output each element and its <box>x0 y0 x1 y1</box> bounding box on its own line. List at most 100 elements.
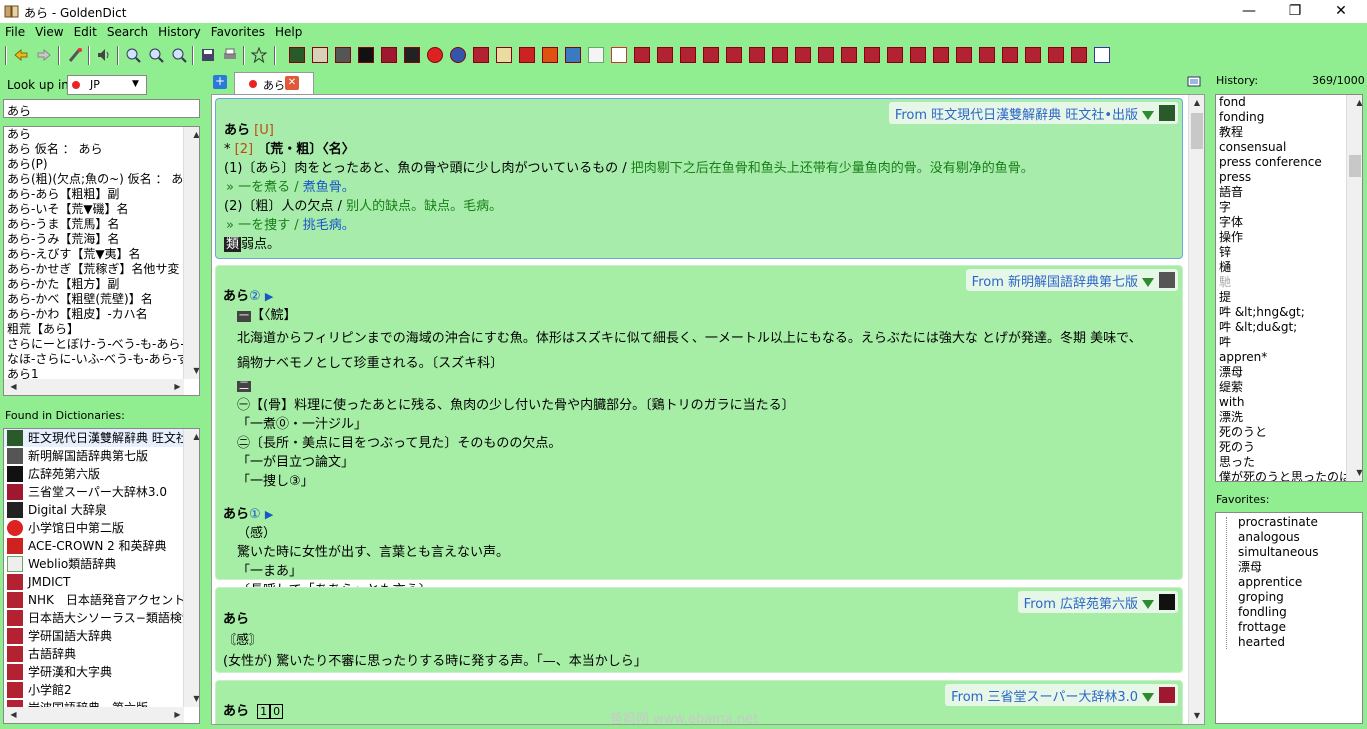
scroll-down-icon[interactable]: ▼ <box>1350 465 1362 481</box>
forward-icon[interactable] <box>35 46 53 64</box>
scroll-up-icon[interactable]: ▲ <box>1350 95 1362 111</box>
list-item[interactable]: Digital 大辞泉 <box>4 501 199 519</box>
list-item[interactable]: 日本語大シソーラス−類語検索 <box>4 609 199 627</box>
dictionary-icon[interactable] <box>933 47 949 63</box>
history-item[interactable]: 思った <box>1216 455 1362 470</box>
scan-popup-icon[interactable] <box>66 46 84 64</box>
list-item[interactable]: なほ-さらに-いふ-べう-も-あら-ずなほ <box>4 352 199 367</box>
flag-icon[interactable] <box>1094 47 1110 63</box>
scroll-left-icon[interactable]: ◀ <box>4 707 20 723</box>
dictionary-icon[interactable] <box>1071 47 1087 63</box>
history-item[interactable]: 死のう <box>1216 440 1362 455</box>
list-item[interactable]: 粗荒【あら】 <box>4 322 199 337</box>
history-item[interactable]: 馳 <box>1216 275 1362 290</box>
scroll-up-icon[interactable]: ▲ <box>187 429 199 445</box>
history-item[interactable]: 锌 <box>1216 245 1362 260</box>
favorite-star-icon[interactable] <box>250 46 268 64</box>
play-audio-icon[interactable]: ▶ <box>265 508 273 521</box>
menu-help[interactable]: Help <box>270 23 307 41</box>
dictionary-icon[interactable] <box>588 47 604 63</box>
dictionary-icon[interactable] <box>289 47 305 63</box>
list-item[interactable]: あら(粗)(欠点;魚の~) 仮名 ： あら <box>4 172 199 187</box>
menu-edit[interactable]: Edit <box>69 23 102 41</box>
menu-file[interactable]: File <box>0 23 30 41</box>
scrollbar-thumb[interactable] <box>1191 113 1203 149</box>
history-item[interactable]: 僕が死のうと思ったのは <box>1216 470 1362 481</box>
scroll-right-icon[interactable]: ▶ <box>168 379 184 395</box>
scroll-down-icon[interactable]: ▼ <box>187 691 199 707</box>
dictionary-icon[interactable] <box>657 47 673 63</box>
pronounce-icon[interactable] <box>95 46 113 64</box>
dictionary-icon[interactable] <box>634 47 650 63</box>
close-button[interactable]: ✕ <box>1318 0 1364 23</box>
history-item[interactable]: 吽 <box>1216 335 1362 350</box>
dictionary-icon[interactable] <box>404 47 420 63</box>
list-item[interactable]: Weblio類語辞典 <box>4 555 199 573</box>
list-item[interactable]: 新明解国語辞典第七版 <box>4 447 199 465</box>
dictionary-icon[interactable] <box>312 47 328 63</box>
list-item[interactable]: あら-かせぎ【荒稼ぎ】名他サ変 <box>4 262 199 277</box>
menu-view[interactable]: View <box>30 23 68 41</box>
dictionary-icon[interactable] <box>496 47 512 63</box>
dictionary-icon[interactable] <box>542 47 558 63</box>
list-item[interactable]: あら-えびす【荒▼夷】名 <box>4 247 199 262</box>
list-item[interactable]: ACE-CROWN 2 和英辞典 <box>4 537 199 555</box>
scroll-down-icon[interactable]: ▼ <box>1189 708 1204 724</box>
history-item[interactable]: 漂洗 <box>1216 410 1362 425</box>
dictionary-icon[interactable] <box>335 47 351 63</box>
list-item[interactable]: 小学館2 <box>4 681 199 699</box>
restore-button[interactable]: ❐ <box>1272 0 1318 23</box>
zoom-out-icon[interactable] <box>147 46 165 64</box>
collapse-triangle-icon[interactable] <box>1142 111 1154 120</box>
list-item[interactable]: 旺文現代日漢雙解辭典 旺文社 <box>4 429 199 447</box>
history-item[interactable]: appren* <box>1216 350 1362 365</box>
history-item[interactable]: 語音 <box>1216 185 1362 200</box>
dictionary-icon[interactable] <box>910 47 926 63</box>
history-item[interactable]: 吽 &lt;du&gt; <box>1216 320 1362 335</box>
dictionary-icon[interactable] <box>611 47 627 63</box>
dictionary-icon[interactable] <box>818 47 834 63</box>
list-item[interactable]: さらにーとぼけ-う-べう-も-あら-ず-たちこ <box>4 337 199 352</box>
history-item[interactable]: 樋 <box>1216 260 1362 275</box>
scroll-down-icon[interactable]: ▼ <box>187 363 199 379</box>
dictionaries-scrollbar[interactable]: ▲ ▼ <box>183 429 199 707</box>
list-item[interactable]: あら-うみ【荒海】名 <box>4 232 199 247</box>
scroll-up-icon[interactable]: ▲ <box>1189 95 1204 111</box>
history-item[interactable]: 提 <box>1216 290 1362 305</box>
menu-favorites[interactable]: Favorites <box>206 23 270 41</box>
dictionaries-hscrollbar[interactable]: ◀ ▶ <box>4 707 184 723</box>
list-item[interactable]: 学研国語大辞典 <box>4 627 199 645</box>
play-audio-icon[interactable]: ▶ <box>265 290 273 303</box>
history-item[interactable]: 教程 <box>1216 125 1362 140</box>
history-item[interactable]: fond <box>1216 95 1362 110</box>
list-item[interactable]: あら-かわ【粗皮】-カハ名 <box>4 307 199 322</box>
dictionary-icon[interactable] <box>749 47 765 63</box>
collapse-triangle-icon[interactable] <box>1142 693 1154 702</box>
list-item[interactable]: あら <box>4 127 199 142</box>
dictionary-icon[interactable] <box>680 47 696 63</box>
dictionary-icon[interactable] <box>703 47 719 63</box>
print-icon[interactable] <box>221 46 239 64</box>
list-item[interactable]: 三省堂スーパー大辞林3.0 <box>4 483 199 501</box>
new-tab-icon[interactable]: + <box>213 75 227 89</box>
list-item[interactable]: あら-かた【粗方】副 <box>4 277 199 292</box>
dictionary-icon[interactable] <box>795 47 811 63</box>
history-item[interactable]: press <box>1216 170 1362 185</box>
history-item[interactable]: consensual <box>1216 140 1362 155</box>
history-item[interactable]: 漂母 <box>1216 365 1362 380</box>
history-scrollbar[interactable]: ▲ ▼ <box>1346 95 1362 481</box>
menu-search[interactable]: Search <box>102 23 153 41</box>
list-item[interactable]: 広辞苑第六版 <box>4 465 199 483</box>
tab-ara[interactable]: あら ✕ <box>234 72 314 94</box>
history-item[interactable]: press conference <box>1216 155 1362 170</box>
dictionary-icon[interactable] <box>358 47 374 63</box>
article-source[interactable]: From 三省堂スーパー大辞林3.0 <box>945 684 1178 706</box>
list-item[interactable]: あら 仮名 ： あら <box>4 142 199 157</box>
dictionary-icon[interactable] <box>381 47 397 63</box>
dictionary-icon[interactable] <box>473 47 489 63</box>
collapse-triangle-icon[interactable] <box>1142 600 1154 609</box>
group-select[interactable]: JP ▼ <box>67 75 147 95</box>
history-item[interactable]: 吽 &lt;hng&gt; <box>1216 305 1362 320</box>
list-item[interactable]: あら-あら【粗粗】副 <box>4 187 199 202</box>
scroll-up-icon[interactable]: ▲ <box>187 127 199 143</box>
